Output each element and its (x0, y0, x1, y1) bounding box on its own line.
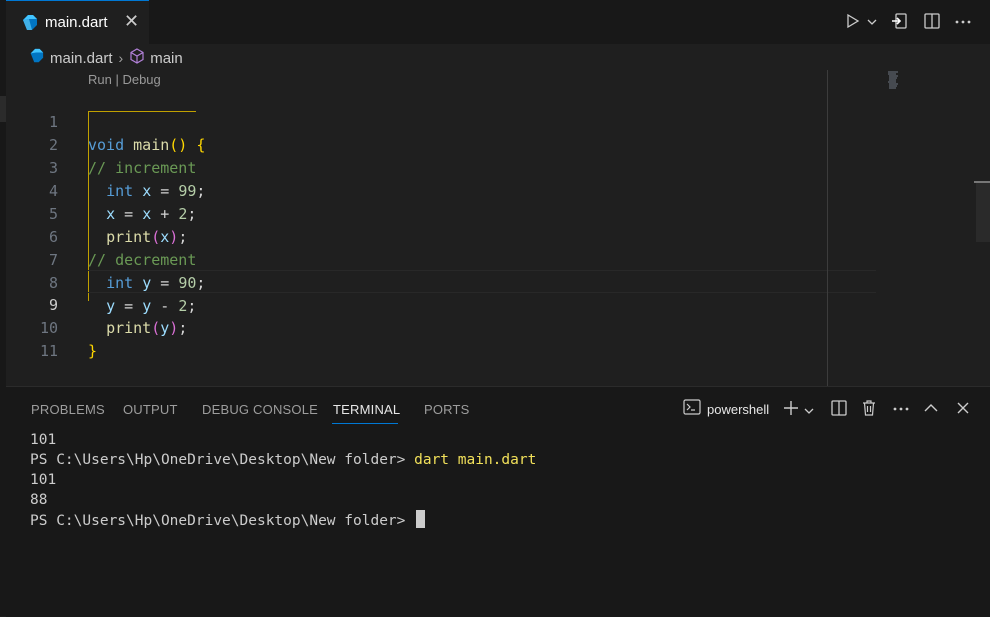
minimap-divider (827, 70, 828, 386)
code-line: 7 int y = 90; (6, 226, 876, 292)
bottom-panel: PROBLEMS OUTPUT DEBUG CONSOLE TERMINAL P… (6, 386, 990, 617)
tab-terminal[interactable]: TERMINAL (333, 402, 400, 417)
tab-debug-console[interactable]: DEBUG CONSOLE (202, 402, 318, 417)
dart-icon (28, 48, 44, 68)
active-tab-indicator (332, 423, 398, 424)
terminal-output-line: 101 (30, 432, 57, 448)
cube-icon (129, 48, 145, 68)
minimap[interactable] (886, 70, 906, 100)
code-line: 3 int x = 99; (6, 134, 876, 200)
code-line: 8 y = y - 2; (6, 249, 876, 315)
run-button[interactable] (845, 12, 877, 34)
code-line: 10 } (6, 294, 876, 360)
line-number: 11 (39, 342, 58, 360)
code-line: 11 (6, 317, 876, 360)
terminal-output-line: 88 (30, 492, 48, 508)
chevron-down-icon[interactable] (867, 14, 877, 32)
code-editor[interactable]: Run | Debug 1 void main() { 2 // increme… (6, 70, 990, 386)
tab-ports[interactable]: PORTS (424, 402, 470, 417)
scrollbar-cursor-marker (974, 181, 990, 183)
plus-icon[interactable] (782, 399, 800, 422)
trash-icon[interactable] (860, 399, 878, 422)
tab-problems[interactable]: PROBLEMS (31, 402, 105, 417)
code-line: 6 // decrement (6, 203, 876, 269)
tab-main-dart[interactable]: main.dart ✕ (6, 0, 149, 44)
more-actions-icon[interactable] (954, 12, 972, 35)
close-icon[interactable]: ✕ (124, 11, 139, 32)
dart-icon (20, 14, 38, 37)
split-terminal-icon[interactable] (830, 399, 848, 422)
terminal-command-line: PS C:\Users\Hp\OneDrive\Desktop\New fold… (30, 452, 537, 468)
chevron-right-icon: › (118, 50, 124, 66)
code-line-current: 9 print(y); (6, 271, 876, 337)
split-editor-icon[interactable] (923, 12, 941, 35)
close-icon[interactable] (954, 399, 972, 422)
code-line: 5 print(x); (6, 180, 876, 246)
tab-label: main.dart (45, 14, 108, 31)
more-actions-icon[interactable] (892, 399, 910, 422)
editor-tab-bar: main.dart ✕ (0, 0, 990, 44)
breadcrumb-symbol[interactable]: main (150, 50, 183, 67)
chevron-down-icon[interactable] (804, 403, 814, 421)
breadcrumb-file[interactable]: main.dart (50, 50, 113, 67)
terminal-icon (683, 398, 701, 420)
code-line: 1 void main() { (6, 88, 876, 154)
run-icon[interactable] (845, 13, 861, 34)
terminal-cursor (416, 510, 426, 528)
vertical-scrollbar[interactable] (976, 182, 990, 242)
shell-name: powershell (707, 401, 770, 417)
terminal-prompt-line[interactable]: PS C:\Users\Hp\OneDrive\Desktop\New fold… (30, 510, 426, 530)
breadcrumb: main.dart › main (28, 47, 183, 69)
terminal-output-line: 101 (30, 472, 57, 488)
terminal-shell-selector[interactable]: powershell (683, 398, 770, 420)
codelens-run-debug[interactable]: Run | Debug (88, 72, 161, 87)
code-line: 2 // increment (6, 111, 876, 177)
tab-output[interactable]: OUTPUT (123, 402, 178, 417)
code-line: 4 x = x + 2; (6, 157, 876, 223)
open-changes-icon[interactable] (891, 12, 909, 35)
chevron-up-icon[interactable] (922, 399, 940, 422)
